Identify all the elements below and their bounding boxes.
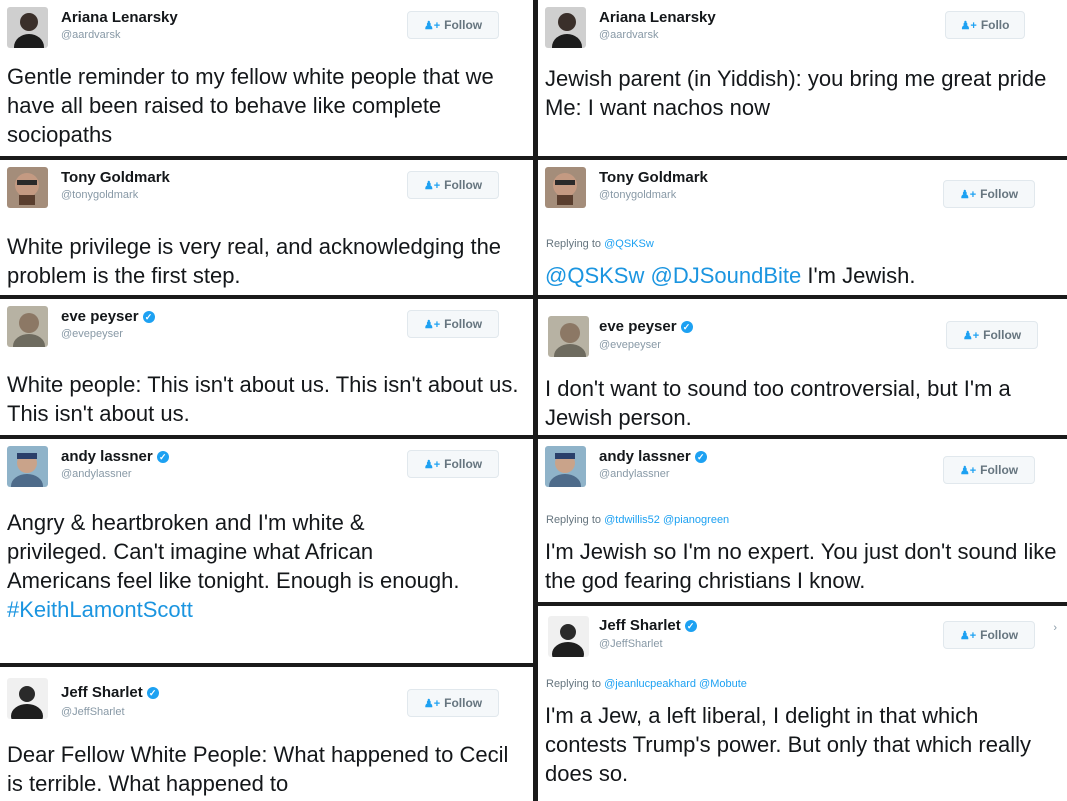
tweet-text: I don't want to sound too controversial,… [545,376,1011,430]
avatar[interactable] [7,167,48,208]
user-handle[interactable]: @tonygoldmark [61,189,138,201]
user-name[interactable]: Tony Goldmark [599,169,708,186]
tweet-text: Gentle reminder to my fellow white peopl… [7,64,494,147]
tweet-card: Jeff Sharlet ✓ @JeffSharlet ♟+ Follow › Re… [538,606,1067,801]
tweet-card: Ariana Lenarsky @aardvarsk ♟+ Follo Jewis… [538,0,1067,156]
reply-mention-link[interactable]: @QSKSw [604,238,654,250]
verified-badge-icon: ✓ [146,687,159,699]
follow-label: Follow [444,696,483,710]
add-user-icon: ♟+ [959,465,977,477]
follow-button[interactable]: ♟+ Follow [946,321,1038,349]
follow-label: Follow [444,457,483,471]
verified-badge-icon: ✓ [694,451,707,463]
avatar[interactable] [545,446,586,487]
tweet-text: Angry & heartbroken and I'm white & priv… [7,510,460,622]
reply-context: Replying to @jeanlucpeakhard @Mobute [546,678,747,690]
tweet-card: Tony Goldmark @tonygoldmark ♟+ Follow Whi… [0,160,533,295]
verified-badge-icon: ✓ [680,321,693,333]
reply-mention-link[interactable]: @tdwillis52 @pianogreen [604,514,729,526]
reply-context: Replying to @QSKSw [546,238,654,250]
tweet-card: eve peyser ✓ @evepeyser ♟+ Follow I don't … [538,299,1067,435]
avatar[interactable] [548,316,589,357]
follow-label: Follow [444,317,483,331]
follow-button[interactable]: ♟+ Follow [407,11,499,39]
follow-label: Follow [980,463,1019,477]
follow-button[interactable]: ♟+ Follow [943,456,1035,484]
add-user-icon: ♟+ [423,459,441,471]
user-handle[interactable]: @evepeyser [599,339,661,351]
user-handle[interactable]: @JeffSharlet [599,638,663,650]
tweet-card: Jeff Sharlet ✓ @JeffSharlet ♟+ Follow Dear… [0,667,533,801]
user-name[interactable]: Tony Goldmark [61,169,170,186]
avatar[interactable] [545,7,586,48]
verified-badge-icon: ✓ [156,451,169,463]
user-name[interactable]: eve peyser ✓ [61,308,155,325]
avatar[interactable] [545,167,586,208]
add-user-icon: ♟+ [423,698,441,710]
tweet-card: eve peyser ✓ @evepeyser ♟+ Follow White pe… [0,299,533,435]
user-handle[interactable]: @aardvarsk [61,29,120,41]
user-name[interactable]: andy lassner ✓ [599,448,707,465]
user-handle[interactable]: @evepeyser [61,328,123,340]
tweet-text: @QSKSw @DJSoundBite I'm Jewish. [545,263,916,288]
tweet-text: Dear Fellow White People: What happened … [7,742,509,796]
tweet-card: Ariana Lenarsky @aardvarsk ♟+ Follow Gent… [0,0,533,156]
follow-label: Follo [980,18,1010,32]
follow-button[interactable]: ♟+ Follow [407,310,499,338]
tweet-card: andy lassner ✓ @andylassner ♟+ Follow Angr… [0,439,533,663]
tweet-card: andy lassner ✓ @andylassner ♟+ Follow Repl… [538,439,1067,602]
user-name[interactable]: Jeff Sharlet ✓ [599,617,697,634]
add-user-icon: ♟+ [962,330,980,342]
verified-badge-icon: ✓ [684,620,697,632]
tweet-text: Jewish parent (in Yiddish): you bring me… [545,66,1047,120]
add-user-icon: ♟+ [423,20,441,32]
avatar[interactable] [7,7,48,48]
user-name[interactable]: eve peyser ✓ [599,318,693,335]
add-user-icon: ♟+ [959,630,977,642]
follow-button[interactable]: ♟+ Follow [943,621,1035,649]
user-name[interactable]: Ariana Lenarsky [61,9,178,26]
follow-button[interactable]: ♟+ Follo [945,11,1025,39]
tweet-text: I'm Jewish so I'm no expert. You just do… [545,539,1057,593]
verified-badge-icon: ✓ [142,311,155,323]
user-handle[interactable]: @tonygoldmark [599,189,676,201]
follow-label: Follow [444,18,483,32]
tweet-text: White privilege is very real, and acknow… [7,234,502,288]
user-name[interactable]: Ariana Lenarsky [599,9,716,26]
follow-label: Follow [444,178,483,192]
avatar[interactable] [7,446,48,487]
add-user-icon: ♟+ [960,20,977,32]
follow-button[interactable]: ♟+ Follow [407,171,499,199]
avatar[interactable] [7,306,48,347]
follow-label: Follow [983,328,1022,342]
user-name[interactable]: Jeff Sharlet ✓ [61,684,159,701]
add-user-icon: ♟+ [423,319,441,331]
follow-button[interactable]: ♟+ Follow [943,180,1035,208]
reply-mention-link[interactable]: @jeanlucpeakhard @Mobute [604,678,747,690]
follow-button[interactable]: ♟+ Follow [407,450,499,478]
user-handle[interactable]: @aardvarsk [599,29,658,41]
follow-label: Follow [980,187,1019,201]
hashtag-link[interactable]: #KeithLamontScott [7,597,193,622]
user-handle[interactable]: @andylassner [599,468,669,480]
mention-link[interactable]: @DJSoundBite [650,263,801,288]
follow-button[interactable]: ♟+ Follow [407,689,499,717]
tweet-text: I'm a Jew, a left liberal, I delight in … [545,703,1031,786]
avatar[interactable] [7,678,48,719]
avatar[interactable] [548,616,589,657]
reply-context: Replying to @tdwillis52 @pianogreen [546,514,730,526]
add-user-icon: ♟+ [423,180,441,192]
user-name[interactable]: andy lassner ✓ [61,448,169,465]
user-handle[interactable]: @andylassner [61,468,131,480]
add-user-icon: ♟+ [959,189,977,201]
follow-label: Follow [980,628,1019,642]
user-handle[interactable]: @JeffSharlet [61,706,125,718]
tweet-card: Tony Goldmark @tonygoldmark ♟+ Follow Rep… [538,160,1067,295]
chevron-down-icon[interactable]: › [1053,622,1057,634]
tweet-text: White people: This isn't about us. This … [7,372,519,426]
mention-link[interactable]: @QSKSw [545,263,644,288]
